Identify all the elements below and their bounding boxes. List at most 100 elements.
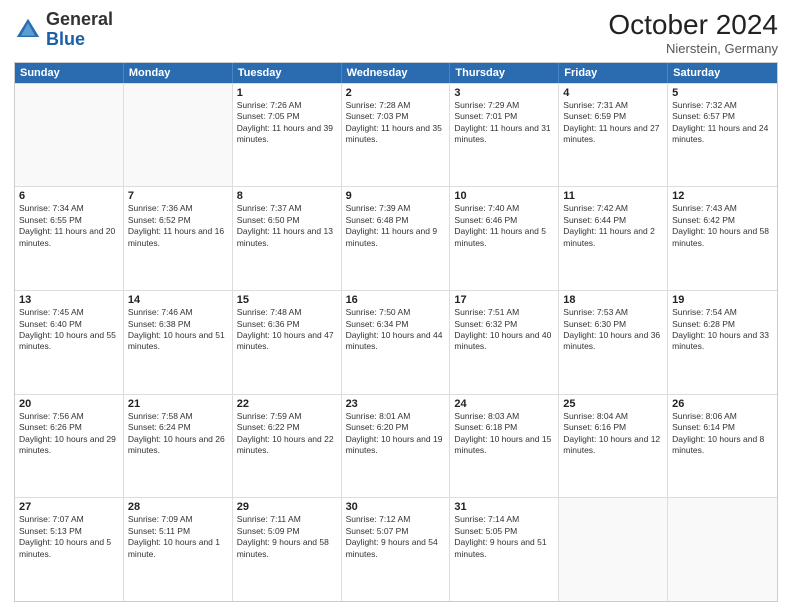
cal-cell-r3c6: 26Sunrise: 8:06 AM Sunset: 6:14 PM Dayli… [668,395,777,498]
cal-cell-r3c2: 22Sunrise: 7:59 AM Sunset: 6:22 PM Dayli… [233,395,342,498]
cal-row-5: 27Sunrise: 7:07 AM Sunset: 5:13 PM Dayli… [15,497,777,601]
cell-info: Sunrise: 8:01 AM Sunset: 6:20 PM Dayligh… [346,411,446,457]
day-number: 17 [454,294,554,306]
cal-cell-r1c1: 7Sunrise: 7:36 AM Sunset: 6:52 PM Daylig… [124,187,233,290]
cal-cell-r2c6: 19Sunrise: 7:54 AM Sunset: 6:28 PM Dayli… [668,291,777,394]
cal-cell-r0c0 [15,84,124,187]
cal-cell-r3c3: 23Sunrise: 8:01 AM Sunset: 6:20 PM Dayli… [342,395,451,498]
cal-row-1: 1Sunrise: 7:26 AM Sunset: 7:05 PM Daylig… [15,83,777,187]
cal-cell-r2c5: 18Sunrise: 7:53 AM Sunset: 6:30 PM Dayli… [559,291,668,394]
cal-cell-r1c2: 8Sunrise: 7:37 AM Sunset: 6:50 PM Daylig… [233,187,342,290]
cal-cell-r4c4: 31Sunrise: 7:14 AM Sunset: 5:05 PM Dayli… [450,498,559,601]
cal-cell-r4c0: 27Sunrise: 7:07 AM Sunset: 5:13 PM Dayli… [15,498,124,601]
cal-cell-r2c4: 17Sunrise: 7:51 AM Sunset: 6:32 PM Dayli… [450,291,559,394]
day-number: 24 [454,398,554,410]
cal-cell-r1c3: 9Sunrise: 7:39 AM Sunset: 6:48 PM Daylig… [342,187,451,290]
cell-info: Sunrise: 8:03 AM Sunset: 6:18 PM Dayligh… [454,411,554,457]
weekday-wednesday: Wednesday [342,63,451,83]
cal-cell-r0c1 [124,84,233,187]
day-number: 12 [672,190,773,202]
logo: General Blue [14,10,113,50]
day-number: 10 [454,190,554,202]
cal-cell-r3c0: 20Sunrise: 7:56 AM Sunset: 6:26 PM Dayli… [15,395,124,498]
cal-cell-r4c5 [559,498,668,601]
cell-info: Sunrise: 7:09 AM Sunset: 5:11 PM Dayligh… [128,514,228,560]
day-number: 25 [563,398,663,410]
cell-info: Sunrise: 7:50 AM Sunset: 6:34 PM Dayligh… [346,307,446,353]
day-number: 4 [563,87,663,99]
cell-info: Sunrise: 7:07 AM Sunset: 5:13 PM Dayligh… [19,514,119,560]
cell-info: Sunrise: 7:59 AM Sunset: 6:22 PM Dayligh… [237,411,337,457]
cal-cell-r3c1: 21Sunrise: 7:58 AM Sunset: 6:24 PM Dayli… [124,395,233,498]
day-number: 13 [19,294,119,306]
cell-info: Sunrise: 7:56 AM Sunset: 6:26 PM Dayligh… [19,411,119,457]
day-number: 9 [346,190,446,202]
day-number: 18 [563,294,663,306]
cell-info: Sunrise: 7:43 AM Sunset: 6:42 PM Dayligh… [672,203,773,249]
weekday-monday: Monday [124,63,233,83]
day-number: 3 [454,87,554,99]
day-number: 27 [19,501,119,513]
cell-info: Sunrise: 7:32 AM Sunset: 6:57 PM Dayligh… [672,100,773,146]
cal-cell-r1c5: 11Sunrise: 7:42 AM Sunset: 6:44 PM Dayli… [559,187,668,290]
cal-cell-r1c0: 6Sunrise: 7:34 AM Sunset: 6:55 PM Daylig… [15,187,124,290]
logo-general: General [46,9,113,29]
logo-text: General Blue [46,10,113,50]
cal-row-2: 6Sunrise: 7:34 AM Sunset: 6:55 PM Daylig… [15,186,777,290]
cal-cell-r0c2: 1Sunrise: 7:26 AM Sunset: 7:05 PM Daylig… [233,84,342,187]
day-number: 2 [346,87,446,99]
cal-cell-r0c6: 5Sunrise: 7:32 AM Sunset: 6:57 PM Daylig… [668,84,777,187]
cal-cell-r4c6 [668,498,777,601]
day-number: 30 [346,501,446,513]
cal-cell-r2c3: 16Sunrise: 7:50 AM Sunset: 6:34 PM Dayli… [342,291,451,394]
cell-info: Sunrise: 7:40 AM Sunset: 6:46 PM Dayligh… [454,203,554,249]
day-number: 20 [19,398,119,410]
cal-row-3: 13Sunrise: 7:45 AM Sunset: 6:40 PM Dayli… [15,290,777,394]
day-number: 21 [128,398,228,410]
day-number: 15 [237,294,337,306]
cell-info: Sunrise: 7:46 AM Sunset: 6:38 PM Dayligh… [128,307,228,353]
cal-cell-r4c3: 30Sunrise: 7:12 AM Sunset: 5:07 PM Dayli… [342,498,451,601]
day-number: 6 [19,190,119,202]
cal-cell-r0c5: 4Sunrise: 7:31 AM Sunset: 6:59 PM Daylig… [559,84,668,187]
day-number: 14 [128,294,228,306]
cell-info: Sunrise: 7:29 AM Sunset: 7:01 PM Dayligh… [454,100,554,146]
logo-icon [14,16,42,44]
cell-info: Sunrise: 7:51 AM Sunset: 6:32 PM Dayligh… [454,307,554,353]
cal-cell-r3c4: 24Sunrise: 8:03 AM Sunset: 6:18 PM Dayli… [450,395,559,498]
day-number: 7 [128,190,228,202]
cell-info: Sunrise: 7:11 AM Sunset: 5:09 PM Dayligh… [237,514,337,560]
month-title: October 2024 [608,10,778,41]
cal-cell-r4c1: 28Sunrise: 7:09 AM Sunset: 5:11 PM Dayli… [124,498,233,601]
calendar: Sunday Monday Tuesday Wednesday Thursday… [14,62,778,602]
day-number: 11 [563,190,663,202]
day-number: 31 [454,501,554,513]
day-number: 28 [128,501,228,513]
cell-info: Sunrise: 7:36 AM Sunset: 6:52 PM Dayligh… [128,203,228,249]
cal-cell-r1c4: 10Sunrise: 7:40 AM Sunset: 6:46 PM Dayli… [450,187,559,290]
day-number: 23 [346,398,446,410]
cal-cell-r0c4: 3Sunrise: 7:29 AM Sunset: 7:01 PM Daylig… [450,84,559,187]
subtitle: Nierstein, Germany [608,41,778,56]
cell-info: Sunrise: 7:37 AM Sunset: 6:50 PM Dayligh… [237,203,337,249]
day-number: 19 [672,294,773,306]
cal-cell-r2c0: 13Sunrise: 7:45 AM Sunset: 6:40 PM Dayli… [15,291,124,394]
title-block: October 2024 Nierstein, Germany [608,10,778,56]
cal-cell-r2c2: 15Sunrise: 7:48 AM Sunset: 6:36 PM Dayli… [233,291,342,394]
cal-cell-r3c5: 25Sunrise: 8:04 AM Sunset: 6:16 PM Dayli… [559,395,668,498]
cell-info: Sunrise: 7:12 AM Sunset: 5:07 PM Dayligh… [346,514,446,560]
day-number: 16 [346,294,446,306]
cell-info: Sunrise: 7:53 AM Sunset: 6:30 PM Dayligh… [563,307,663,353]
logo-blue: Blue [46,29,85,49]
weekday-tuesday: Tuesday [233,63,342,83]
cell-info: Sunrise: 7:45 AM Sunset: 6:40 PM Dayligh… [19,307,119,353]
cell-info: Sunrise: 7:34 AM Sunset: 6:55 PM Dayligh… [19,203,119,249]
weekday-thursday: Thursday [450,63,559,83]
cell-info: Sunrise: 7:42 AM Sunset: 6:44 PM Dayligh… [563,203,663,249]
cell-info: Sunrise: 7:58 AM Sunset: 6:24 PM Dayligh… [128,411,228,457]
header: General Blue October 2024 Nierstein, Ger… [14,10,778,56]
cell-info: Sunrise: 7:14 AM Sunset: 5:05 PM Dayligh… [454,514,554,560]
page: General Blue October 2024 Nierstein, Ger… [0,0,792,612]
calendar-body: 1Sunrise: 7:26 AM Sunset: 7:05 PM Daylig… [15,83,777,601]
cell-info: Sunrise: 7:26 AM Sunset: 7:05 PM Dayligh… [237,100,337,146]
